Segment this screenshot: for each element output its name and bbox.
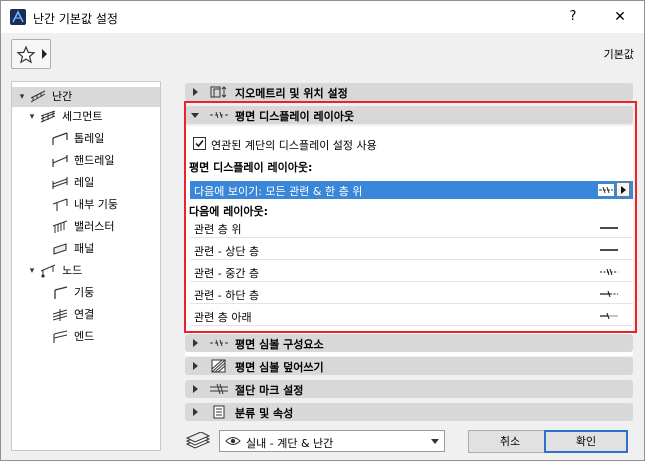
chevron-down-icon[interactable]: ▾ (26, 107, 38, 127)
layout-row-middle[interactable]: 관련 - 중간 층 (190, 262, 633, 282)
section-geometry-label: 지오메트리 및 위치 설정 (235, 87, 348, 100)
section-symbol-override-label: 평면 심볼 덮어쓰기 (235, 361, 324, 374)
section-symbol-override[interactable]: 평면 심볼 덮어쓰기 (185, 357, 633, 375)
star-icon (16, 45, 36, 64)
end-icon (53, 330, 68, 343)
chevron-down-icon (431, 439, 439, 444)
tree-item-segment[interactable]: ▾ 세그먼트 (12, 107, 160, 127)
expand-arrow-icon[interactable] (193, 88, 198, 96)
post-icon (54, 286, 68, 299)
layout-row-above[interactable]: 관련 층 위 (190, 218, 633, 238)
popup-arrow-button[interactable] (616, 182, 630, 197)
settings-pane: 지오메트리 및 위치 설정 평면 디스플레이 레이아웃 연관된 계단의 디스플레… (181, 81, 635, 429)
layout-heading: 평면 디스플레이 레이아웃: (189, 161, 313, 174)
floor-display-panel: 연관된 계단의 디스플레이 설정 사용 평면 디스플레이 레이아웃: 다음에 보… (185, 126, 633, 356)
favorites-arrow-icon (42, 49, 47, 59)
close-button[interactable]: ✕ (605, 6, 635, 28)
favorites-button[interactable] (11, 39, 51, 69)
handrail-icon (52, 155, 68, 167)
show-on-stories-dropdown[interactable]: 다음에 보이기: 모든 관련 & 한 층 위 (190, 181, 633, 199)
expand-arrow-icon[interactable] (193, 339, 198, 347)
railing-icon (30, 90, 46, 103)
section-cut-marks[interactable]: 절단 마크 설정 (185, 380, 633, 398)
section-floor-display[interactable]: 평면 디스플레이 레이아웃 (185, 106, 633, 124)
layout-row-top[interactable]: 관련 - 상단 층 (190, 240, 633, 260)
layer-combo-value: 실내 - 계단 & 난간 (246, 437, 334, 450)
bottom-bar: 실내 - 계단 & 난간 취소 확인 (181, 429, 635, 455)
layout-row-label: 관련 층 아래 (194, 311, 252, 324)
symbol-components-icon (210, 339, 228, 347)
layout-row-bottom[interactable]: 관련 - 하단 층 (190, 284, 633, 304)
layer-combo[interactable]: 실내 - 계단 & 난간 (219, 430, 445, 452)
cut-marks-icon (210, 383, 228, 395)
floor-plan-icon (598, 184, 614, 196)
layout-row-below[interactable]: 관련 층 아래 (190, 306, 633, 326)
cancel-button[interactable]: 취소 (468, 430, 552, 453)
dialog-window: 난간 기본값 설정 ? ✕ 기본값 ▾ 난간 ▾ 세그먼트 톱레일 핸드레일 레… (0, 0, 645, 461)
layers-icon (185, 432, 211, 449)
app-icon (10, 9, 26, 25)
chevron-down-icon[interactable]: ▾ (16, 87, 28, 107)
tree-item-rail[interactable]: 레일 (12, 173, 160, 193)
tree-item-handrail[interactable]: 핸드레일 (12, 151, 160, 171)
section-symbol-components[interactable]: 평면 심볼 구성요소 (185, 334, 633, 352)
classification-icon (213, 405, 225, 419)
inner-post-icon (52, 198, 68, 211)
collapse-arrow-icon[interactable] (191, 113, 199, 118)
floor-display-icon (210, 111, 228, 119)
help-button[interactable]: ? (561, 6, 585, 28)
tree-item-panel[interactable]: 패널 (12, 239, 160, 259)
expand-arrow-icon[interactable] (193, 362, 198, 370)
layout-row-label: 관련 - 중간 층 (194, 267, 260, 280)
use-stair-settings-checkbox[interactable] (193, 137, 206, 150)
tree-item-node[interactable]: ▾ 노드 (12, 261, 160, 281)
geometry-icon (210, 86, 227, 98)
tree-item-railing[interactable]: ▾ 난간 (12, 87, 160, 107)
window-title: 난간 기본값 설정 (33, 12, 118, 26)
show-on-stories-value: 다음에 보이기: 모든 관련 & 한 층 위 (194, 185, 363, 198)
section-geometry[interactable]: 지오메트리 및 위치 설정 (185, 83, 633, 101)
chevron-down-icon[interactable]: ▾ (26, 261, 38, 281)
eye-icon (225, 437, 241, 445)
solid-line-icon (600, 227, 618, 229)
tree-item-end[interactable]: 엔드 (12, 327, 160, 347)
layout-row-label: 관련 층 위 (194, 223, 242, 236)
layout-row-label: 관련 - 상단 층 (194, 245, 260, 258)
tree-item-post[interactable]: 기둥 (12, 283, 160, 303)
symbol-override-icon (211, 359, 226, 373)
section-classification-label: 분류 및 속성 (235, 407, 294, 420)
layout-row-label: 관련 - 하단 층 (194, 289, 260, 302)
connection-icon (52, 309, 68, 321)
default-label: 기본값 (603, 48, 634, 61)
title-bar: 난간 기본값 설정 ? ✕ (1, 1, 644, 33)
panel-icon (53, 243, 67, 255)
rail-icon (52, 177, 68, 189)
ok-button[interactable]: 확인 (544, 430, 628, 453)
element-tree[interactable]: ▾ 난간 ▾ 세그먼트 톱레일 핸드레일 레일 내부 기둥 밸러스터 패널 ▾ … (11, 81, 161, 451)
tree-item-baluster[interactable]: 밸러스터 (12, 217, 160, 237)
toprail-icon (52, 132, 68, 145)
baluster-icon (52, 220, 68, 233)
section-classification[interactable]: 분류 및 속성 (185, 403, 633, 421)
section-symbol-components-label: 평면 심볼 구성요소 (235, 338, 324, 351)
show-heading: 다음에 레이아웃: (189, 205, 269, 218)
tree-item-toprail[interactable]: 톱레일 (12, 129, 160, 149)
below-line-icon (600, 312, 618, 320)
tree-item-connection[interactable]: 연결 (12, 305, 160, 325)
expand-arrow-icon[interactable] (193, 408, 198, 416)
solid-line-icon (600, 249, 618, 251)
expand-arrow-icon[interactable] (193, 385, 198, 393)
tree-item-inner-post[interactable]: 내부 기둥 (12, 195, 160, 215)
node-icon (40, 264, 56, 278)
break-line-icon (600, 268, 618, 276)
segment-icon (40, 110, 56, 123)
cut-line-icon (600, 290, 618, 298)
use-stair-settings-label: 연관된 계단의 디스플레이 설정 사용 (211, 139, 377, 152)
section-floor-display-label: 평면 디스플레이 레이아웃 (235, 110, 354, 123)
section-cut-marks-label: 절단 마크 설정 (235, 384, 304, 397)
